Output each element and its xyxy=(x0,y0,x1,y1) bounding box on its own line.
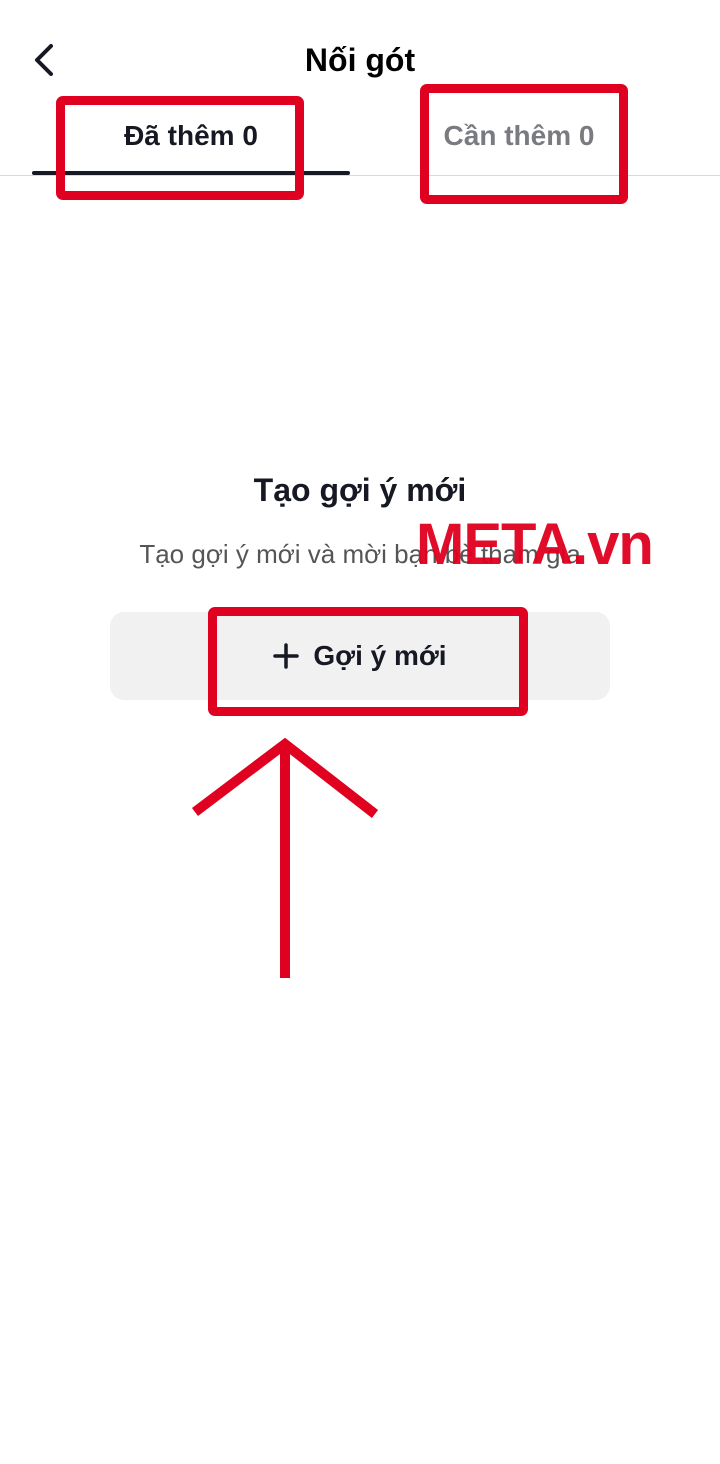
tab-needed[interactable]: Cần thêm 0 xyxy=(390,100,648,176)
page-title: Nối gót xyxy=(304,42,416,78)
annotation-arrow-up-icon xyxy=(191,737,379,978)
new-suggestion-label: Gợi ý mới xyxy=(313,640,447,671)
empty-state-title: Tạo gợi ý mới xyxy=(253,472,467,508)
tab-added[interactable]: Đã thêm 0 xyxy=(32,100,350,176)
new-suggestion-button[interactable]: Gợi ý mới xyxy=(110,612,610,700)
meta-vn-watermark-logo: META.vn xyxy=(416,512,654,577)
tab-bar: Đã thêm 0 Cần thêm 0 xyxy=(0,100,720,176)
plus-icon xyxy=(273,643,300,669)
tabs-divider xyxy=(0,175,720,176)
